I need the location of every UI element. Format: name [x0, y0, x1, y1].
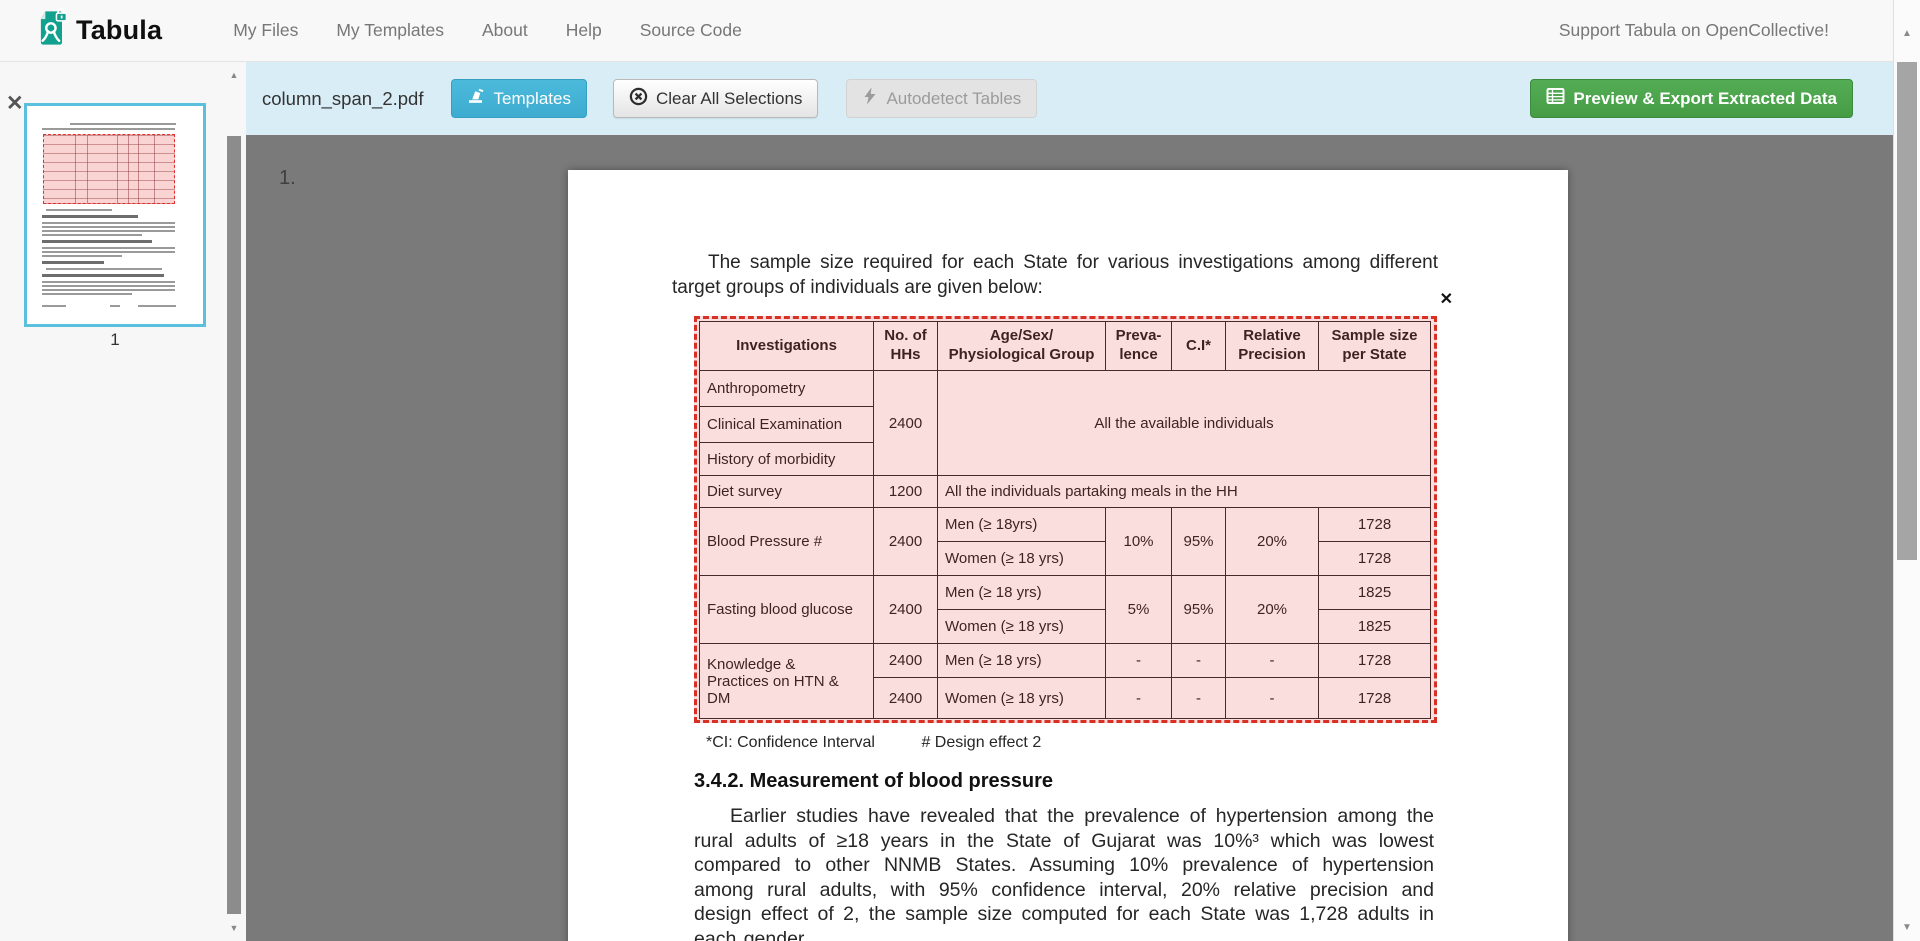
table-footnote: *CI: Confidence Interval # Design effect… — [706, 734, 1041, 752]
nav-my-templates[interactable]: My Templates — [317, 20, 463, 41]
table-selection-region: Investigations No. of HHs Age/Sex/ Physi… — [694, 316, 1437, 723]
nav-about[interactable]: About — [463, 20, 547, 41]
document-toolbar: column_span_2.pdf Templates Clear All Se… — [246, 62, 1893, 135]
nav-source-code[interactable]: Source Code — [621, 20, 761, 41]
thumbnail-page-preview — [30, 109, 200, 321]
preview-export-label: Preview & Export Extracted Data — [1573, 89, 1837, 109]
page-1-thumbnail[interactable] — [24, 103, 206, 327]
support-opencollective-link[interactable]: Support Tabula on OpenCollective! — [1559, 20, 1879, 41]
top-navbar: Tabula My Files My Templates About Help … — [0, 0, 1893, 62]
window-scrollbar[interactable]: ▲ ▼ — [1893, 0, 1920, 941]
preview-export-button[interactable]: Preview & Export Extracted Data — [1530, 79, 1853, 118]
lightning-bolt-icon — [862, 87, 878, 110]
sidebar-scroll-up-icon[interactable]: ▲ — [224, 70, 244, 80]
footnote-design-effect: # Design effect 2 — [921, 734, 1041, 751]
templates-button[interactable]: Templates — [451, 79, 586, 118]
remove-file-button[interactable]: ✕ — [6, 93, 24, 114]
selection-close-button[interactable]: ✕ — [1440, 292, 1453, 308]
sidebar-scrollbar[interactable]: ▲ ▼ — [224, 62, 244, 941]
pdf-body-paragraph: Earlier studies have revealed that the p… — [694, 804, 1434, 941]
autodetect-tables-label: Autodetect Tables — [886, 89, 1021, 109]
page-number-marker: 1. — [279, 167, 296, 190]
templates-button-label: Templates — [493, 89, 570, 109]
scrollbar-down-icon[interactable]: ▼ — [1894, 922, 1920, 933]
table-selection-overlay[interactable] — [694, 316, 1437, 723]
nav-help[interactable]: Help — [547, 20, 621, 41]
main-nav: My Files My Templates About Help Source … — [214, 20, 761, 41]
thumbnail-page-number: 1 — [24, 330, 206, 350]
thumbnail-selection-box — [43, 134, 175, 204]
pdf-page-1: The sample size required for each State … — [568, 170, 1568, 941]
nav-my-files[interactable]: My Files — [214, 20, 317, 41]
table-grid-icon — [1546, 87, 1565, 110]
brand-name[interactable]: Tabula — [76, 15, 162, 46]
tabula-pdf-lock-icon — [36, 8, 68, 53]
circle-x-icon — [629, 87, 648, 111]
section-heading: 3.4.2. Measurement of blood pressure — [694, 770, 1053, 793]
scrollbar-thumb[interactable] — [1897, 62, 1917, 560]
pdf-viewer-area: 1. The sample size required for each Sta… — [246, 135, 1893, 941]
tabula-brand[interactable]: Tabula — [36, 8, 162, 53]
scrollbar-up-icon[interactable]: ▲ — [1894, 28, 1920, 39]
clear-all-selections-label: Clear All Selections — [656, 89, 802, 109]
pdf-intro-paragraph: The sample size required for each State … — [672, 250, 1438, 300]
open-filename: column_span_2.pdf — [262, 88, 423, 110]
footnote-ci: *CI: Confidence Interval — [706, 734, 875, 751]
autodetect-tables-button: Autodetect Tables — [846, 79, 1037, 118]
sidebar-scrollbar-thumb[interactable] — [227, 136, 241, 914]
clear-all-selections-button[interactable]: Clear All Selections — [613, 79, 818, 118]
sidebar-scroll-down-icon[interactable]: ▼ — [224, 923, 244, 933]
template-stamp-icon — [467, 87, 485, 110]
page-thumbnails-sidebar: ✕ — [0, 62, 246, 941]
